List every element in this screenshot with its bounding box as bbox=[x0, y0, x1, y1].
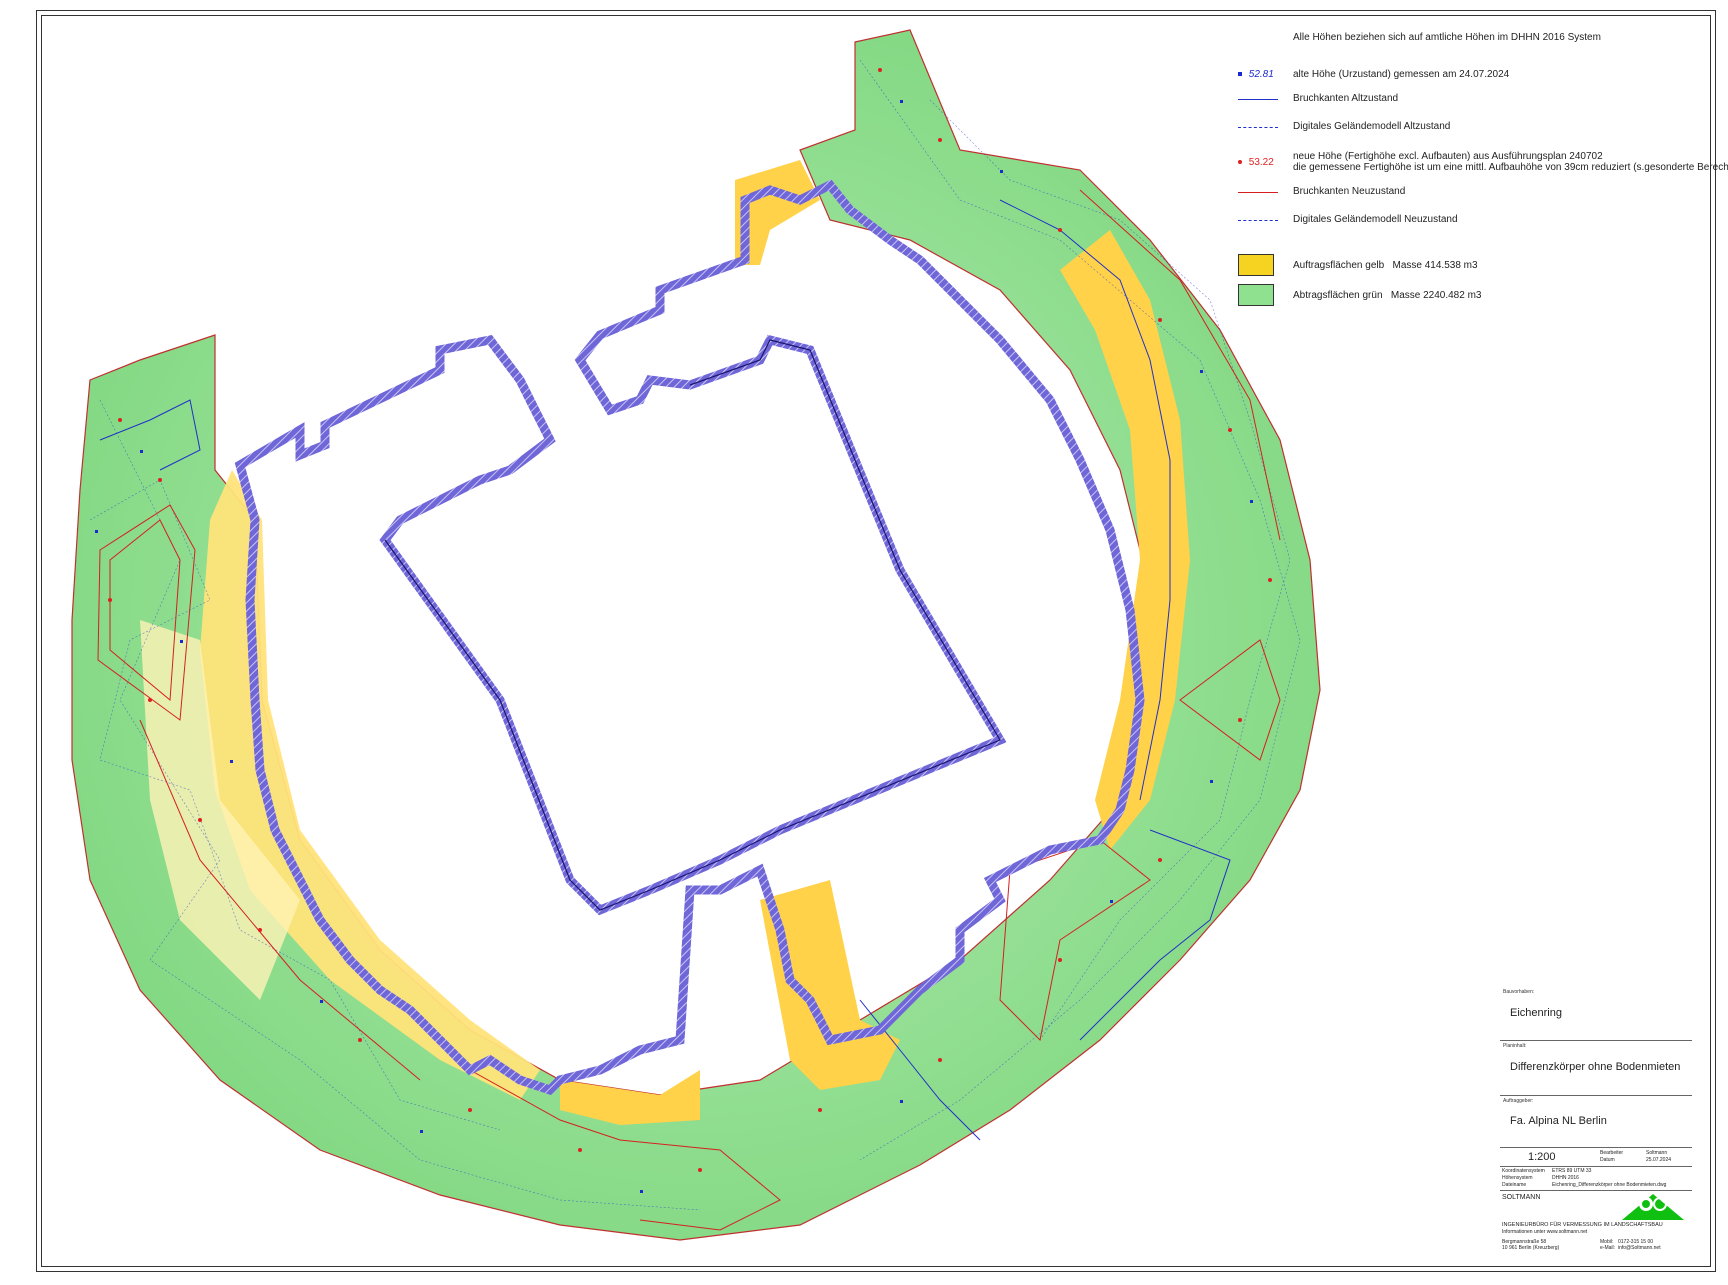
old-dtm-symbol bbox=[1238, 127, 1278, 128]
city: 10 961 Berlin (Kreuzberg) bbox=[1502, 1245, 1560, 1251]
fill-label: Auftragsflächen gelb bbox=[1293, 260, 1385, 271]
old-height-sample: 52.81 bbox=[1248, 69, 1274, 80]
mail-label: e-Mail: bbox=[1600, 1245, 1616, 1251]
project-label: Bauvorhaben: bbox=[1503, 989, 1535, 995]
title-block: Bauvorhaben: Eichenring Planinhalt: Diff… bbox=[1500, 985, 1692, 1251]
old-height-marker-icon bbox=[1238, 72, 1242, 77]
cut-legend-row: Abtragsflächen grün Masse 2240.482 m3 bbox=[1293, 290, 1481, 301]
company-name: SOLTMANN bbox=[1502, 1194, 1541, 1201]
height-system-value: DHHN 2016 bbox=[1552, 1175, 1579, 1181]
fill-area-south-wing bbox=[760, 880, 900, 1090]
fill-mass: Masse 414.538 m3 bbox=[1392, 260, 1478, 271]
plan-label: Planinhalt: bbox=[1503, 1043, 1527, 1049]
new-dtm-text: Digitales Geländemodell Neuzustand bbox=[1293, 214, 1458, 225]
old-height-text: alte Höhe (Urzustand) gemessen am 24.07.… bbox=[1293, 69, 1510, 80]
building-outline-edge bbox=[384, 339, 1001, 911]
client-name: Fa. Alpina NL Berlin bbox=[1510, 1115, 1607, 1127]
client-label: Auftraggeber: bbox=[1503, 1098, 1534, 1104]
new-breaklines-text: Bruchkanten Neuzustand bbox=[1293, 186, 1406, 197]
height-system-label: Höhensystem bbox=[1502, 1175, 1533, 1181]
title-rule bbox=[1500, 1147, 1692, 1148]
new-dtm-symbol bbox=[1238, 220, 1278, 221]
mail: info@Soltmann.net bbox=[1618, 1245, 1661, 1251]
site-plan-map bbox=[71, 29, 1321, 1241]
legend-new-height: 53.22 bbox=[1238, 157, 1274, 168]
date-label: Datum bbox=[1600, 1157, 1615, 1163]
cut-label: Abtragsflächen grün bbox=[1293, 290, 1383, 301]
file-label: Dateiname bbox=[1502, 1182, 1527, 1188]
fill-swatch bbox=[1238, 254, 1274, 276]
old-breakline-symbol bbox=[1238, 99, 1278, 100]
new-height-marker-icon bbox=[1238, 160, 1242, 165]
editor-label: Bearbeiter bbox=[1600, 1150, 1624, 1156]
new-height-text-2: die gemessene Fertighöhe ist um eine mit… bbox=[1293, 162, 1728, 173]
project-name: Eichenring bbox=[1510, 1007, 1562, 1019]
company-logo-icon bbox=[1622, 1194, 1684, 1220]
old-breaklines-text: Bruchkanten Altzustand bbox=[1293, 93, 1399, 104]
plan-content: Differenzkörper ohne Bodenmieten bbox=[1510, 1061, 1681, 1073]
office-name: INGENIEURBÜRO FÜR VERMESSUNG IM LANDSCHA… bbox=[1502, 1222, 1663, 1228]
legend-old-height: 52.81 bbox=[1238, 69, 1274, 80]
cut-mass: Masse 2240.482 m3 bbox=[1390, 290, 1482, 301]
scale: 1:200 bbox=[1528, 1151, 1556, 1163]
title-rule bbox=[1500, 1166, 1692, 1167]
title-rule bbox=[1500, 1040, 1692, 1041]
fill-legend-row: Auftragsflächen gelb Masse 414.538 m3 bbox=[1293, 260, 1478, 271]
editor: Soltmann bbox=[1646, 1150, 1668, 1156]
office-info: Informationen unter www.soltmann.net bbox=[1502, 1229, 1588, 1235]
new-height-text-1: neue Höhe (Fertighöhe excl. Aufbauten) a… bbox=[1293, 151, 1603, 162]
title-rule bbox=[1500, 1095, 1692, 1096]
file-value: Eichenring_Differenzkörper ohne Bodenmie… bbox=[1552, 1182, 1667, 1188]
crs-label: Koordinatensystem bbox=[1502, 1168, 1545, 1174]
new-breakline-symbol bbox=[1238, 192, 1278, 193]
cut-swatch bbox=[1238, 284, 1274, 306]
crs-value: ETRS 89 UTM 33 bbox=[1552, 1168, 1592, 1174]
old-dtm-text: Digitales Geländemodell Altzustand bbox=[1293, 121, 1451, 132]
new-height-sample: 53.22 bbox=[1248, 157, 1274, 168]
date: 25.07.2024 bbox=[1646, 1157, 1672, 1163]
legend-header: Alle Höhen beziehen sich auf amtliche Hö… bbox=[1293, 32, 1601, 43]
